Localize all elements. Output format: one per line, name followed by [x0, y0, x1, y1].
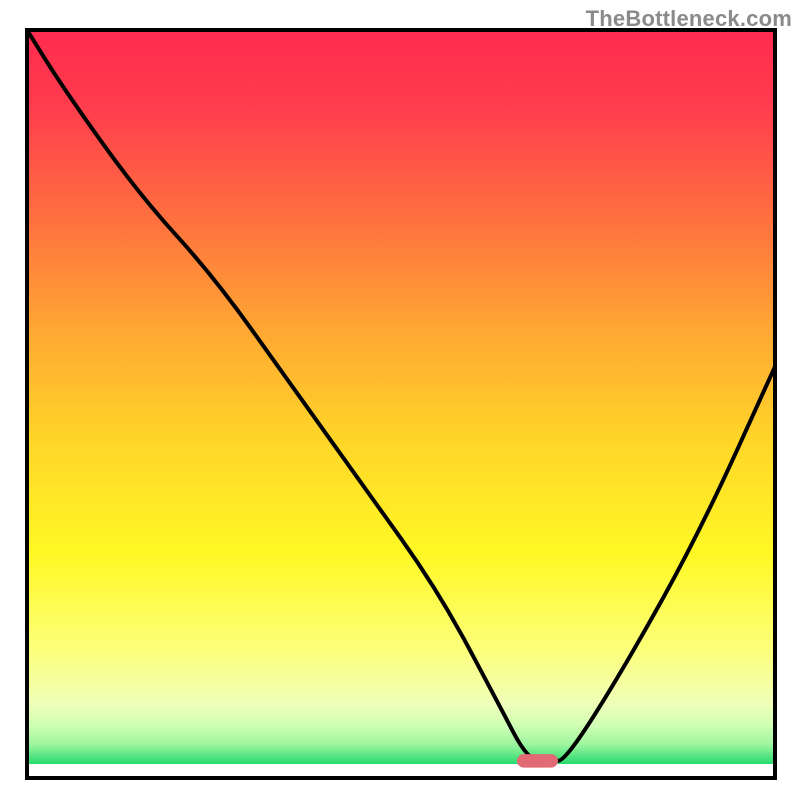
watermark-text: TheBottleneck.com [586, 6, 792, 32]
chart-plot-area [25, 28, 777, 780]
chart-svg [25, 28, 777, 780]
chart-background-gradient [27, 30, 775, 778]
target-marker [517, 754, 558, 768]
